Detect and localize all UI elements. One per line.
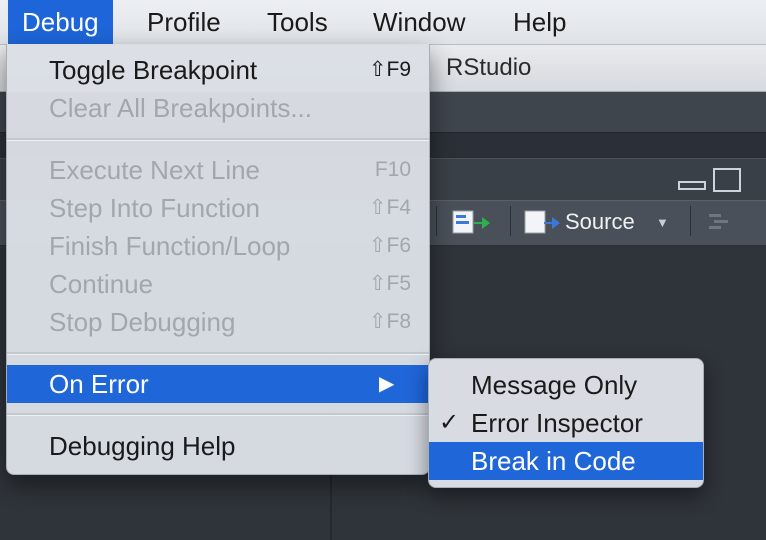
shortcut-label: ⇧F6 xyxy=(368,234,411,257)
maximize-pane-icon[interactable] xyxy=(713,168,741,192)
shortcut-label: ⇧F9 xyxy=(368,58,411,81)
menu-item-label: On Error xyxy=(49,369,149,399)
submenu-arrow-icon: ▶ xyxy=(379,373,395,395)
menu-item-label: Break in Code xyxy=(471,446,636,476)
toolbar-divider xyxy=(690,206,691,236)
shortcut-label: F10 xyxy=(374,158,411,181)
checkmark-icon: ✓ xyxy=(439,409,460,436)
menu-item-label: Execute Next Line xyxy=(49,155,261,185)
shortcut-label: ⇧F5 xyxy=(368,272,411,295)
shortcut-label: ⇧F8 xyxy=(368,310,411,333)
menu-item-label: Clear All Breakpoints... xyxy=(49,93,313,123)
on-error-submenu: Message Only ✓ Error Inspector Break in … xyxy=(428,358,704,488)
source-button-label[interactable]: Source xyxy=(565,200,635,244)
chevron-down-icon[interactable]: ▼ xyxy=(656,200,669,246)
toolbar-divider xyxy=(436,206,437,236)
menu-item-label: Finish Function/Loop xyxy=(49,231,291,261)
menu-item-toggle-breakpoint[interactable]: Toggle Breakpoint ⇧F9 xyxy=(7,51,429,89)
menubar-window[interactable]: Window xyxy=(359,0,479,44)
source-icon[interactable] xyxy=(524,209,562,235)
menu-item-continue[interactable]: Continue ⇧F5 xyxy=(7,265,429,303)
menubar-help[interactable]: Help xyxy=(499,0,580,44)
menu-item-step-into-function[interactable]: Step Into Function ⇧F4 xyxy=(7,189,429,227)
outline-icon[interactable] xyxy=(706,210,732,234)
menu-item-label: Message Only xyxy=(471,370,638,400)
menu-item-label: Toggle Breakpoint xyxy=(49,55,258,85)
submenu-item-message-only[interactable]: Message Only xyxy=(429,366,703,404)
menu-item-stop-debugging[interactable]: Stop Debugging ⇧F8 xyxy=(7,303,429,341)
menu-item-finish-function-loop[interactable]: Finish Function/Loop ⇧F6 xyxy=(7,227,429,265)
menubar: Debug Profile Tools Window Help xyxy=(0,0,766,45)
menu-item-label: Step Into Function xyxy=(49,193,261,223)
window-title: RStudio xyxy=(446,54,532,81)
menu-item-debugging-help[interactable]: Debugging Help xyxy=(7,427,429,465)
debug-menu: Toggle Breakpoint ⇧F9 Clear All Breakpoi… xyxy=(6,44,430,475)
toolbar-divider xyxy=(510,206,511,236)
menu-separator xyxy=(7,413,429,416)
menu-item-on-error[interactable]: On Error ▶ xyxy=(7,365,429,403)
menu-item-execute-next-line[interactable]: Execute Next Line F10 xyxy=(7,151,429,189)
menu-item-label: Debugging Help xyxy=(49,431,236,461)
menubar-profile[interactable]: Profile xyxy=(133,0,235,44)
menubar-debug[interactable]: Debug xyxy=(8,0,113,44)
shortcut-label: ⇧F4 xyxy=(368,196,411,219)
submenu-item-break-in-code[interactable]: Break in Code xyxy=(429,442,703,480)
menubar-tools[interactable]: Tools xyxy=(253,0,342,44)
menu-item-label: Stop Debugging xyxy=(49,307,236,337)
menu-item-clear-all-breakpoints[interactable]: Clear All Breakpoints... xyxy=(7,89,429,127)
menu-separator xyxy=(7,352,429,355)
menu-item-label: Continue xyxy=(49,269,154,299)
menu-item-label: Error Inspector xyxy=(471,408,643,438)
menu-separator xyxy=(7,138,429,141)
minimize-pane-icon[interactable] xyxy=(678,181,706,190)
run-lines-icon[interactable] xyxy=(452,209,492,235)
submenu-item-error-inspector[interactable]: ✓ Error Inspector xyxy=(429,404,703,442)
